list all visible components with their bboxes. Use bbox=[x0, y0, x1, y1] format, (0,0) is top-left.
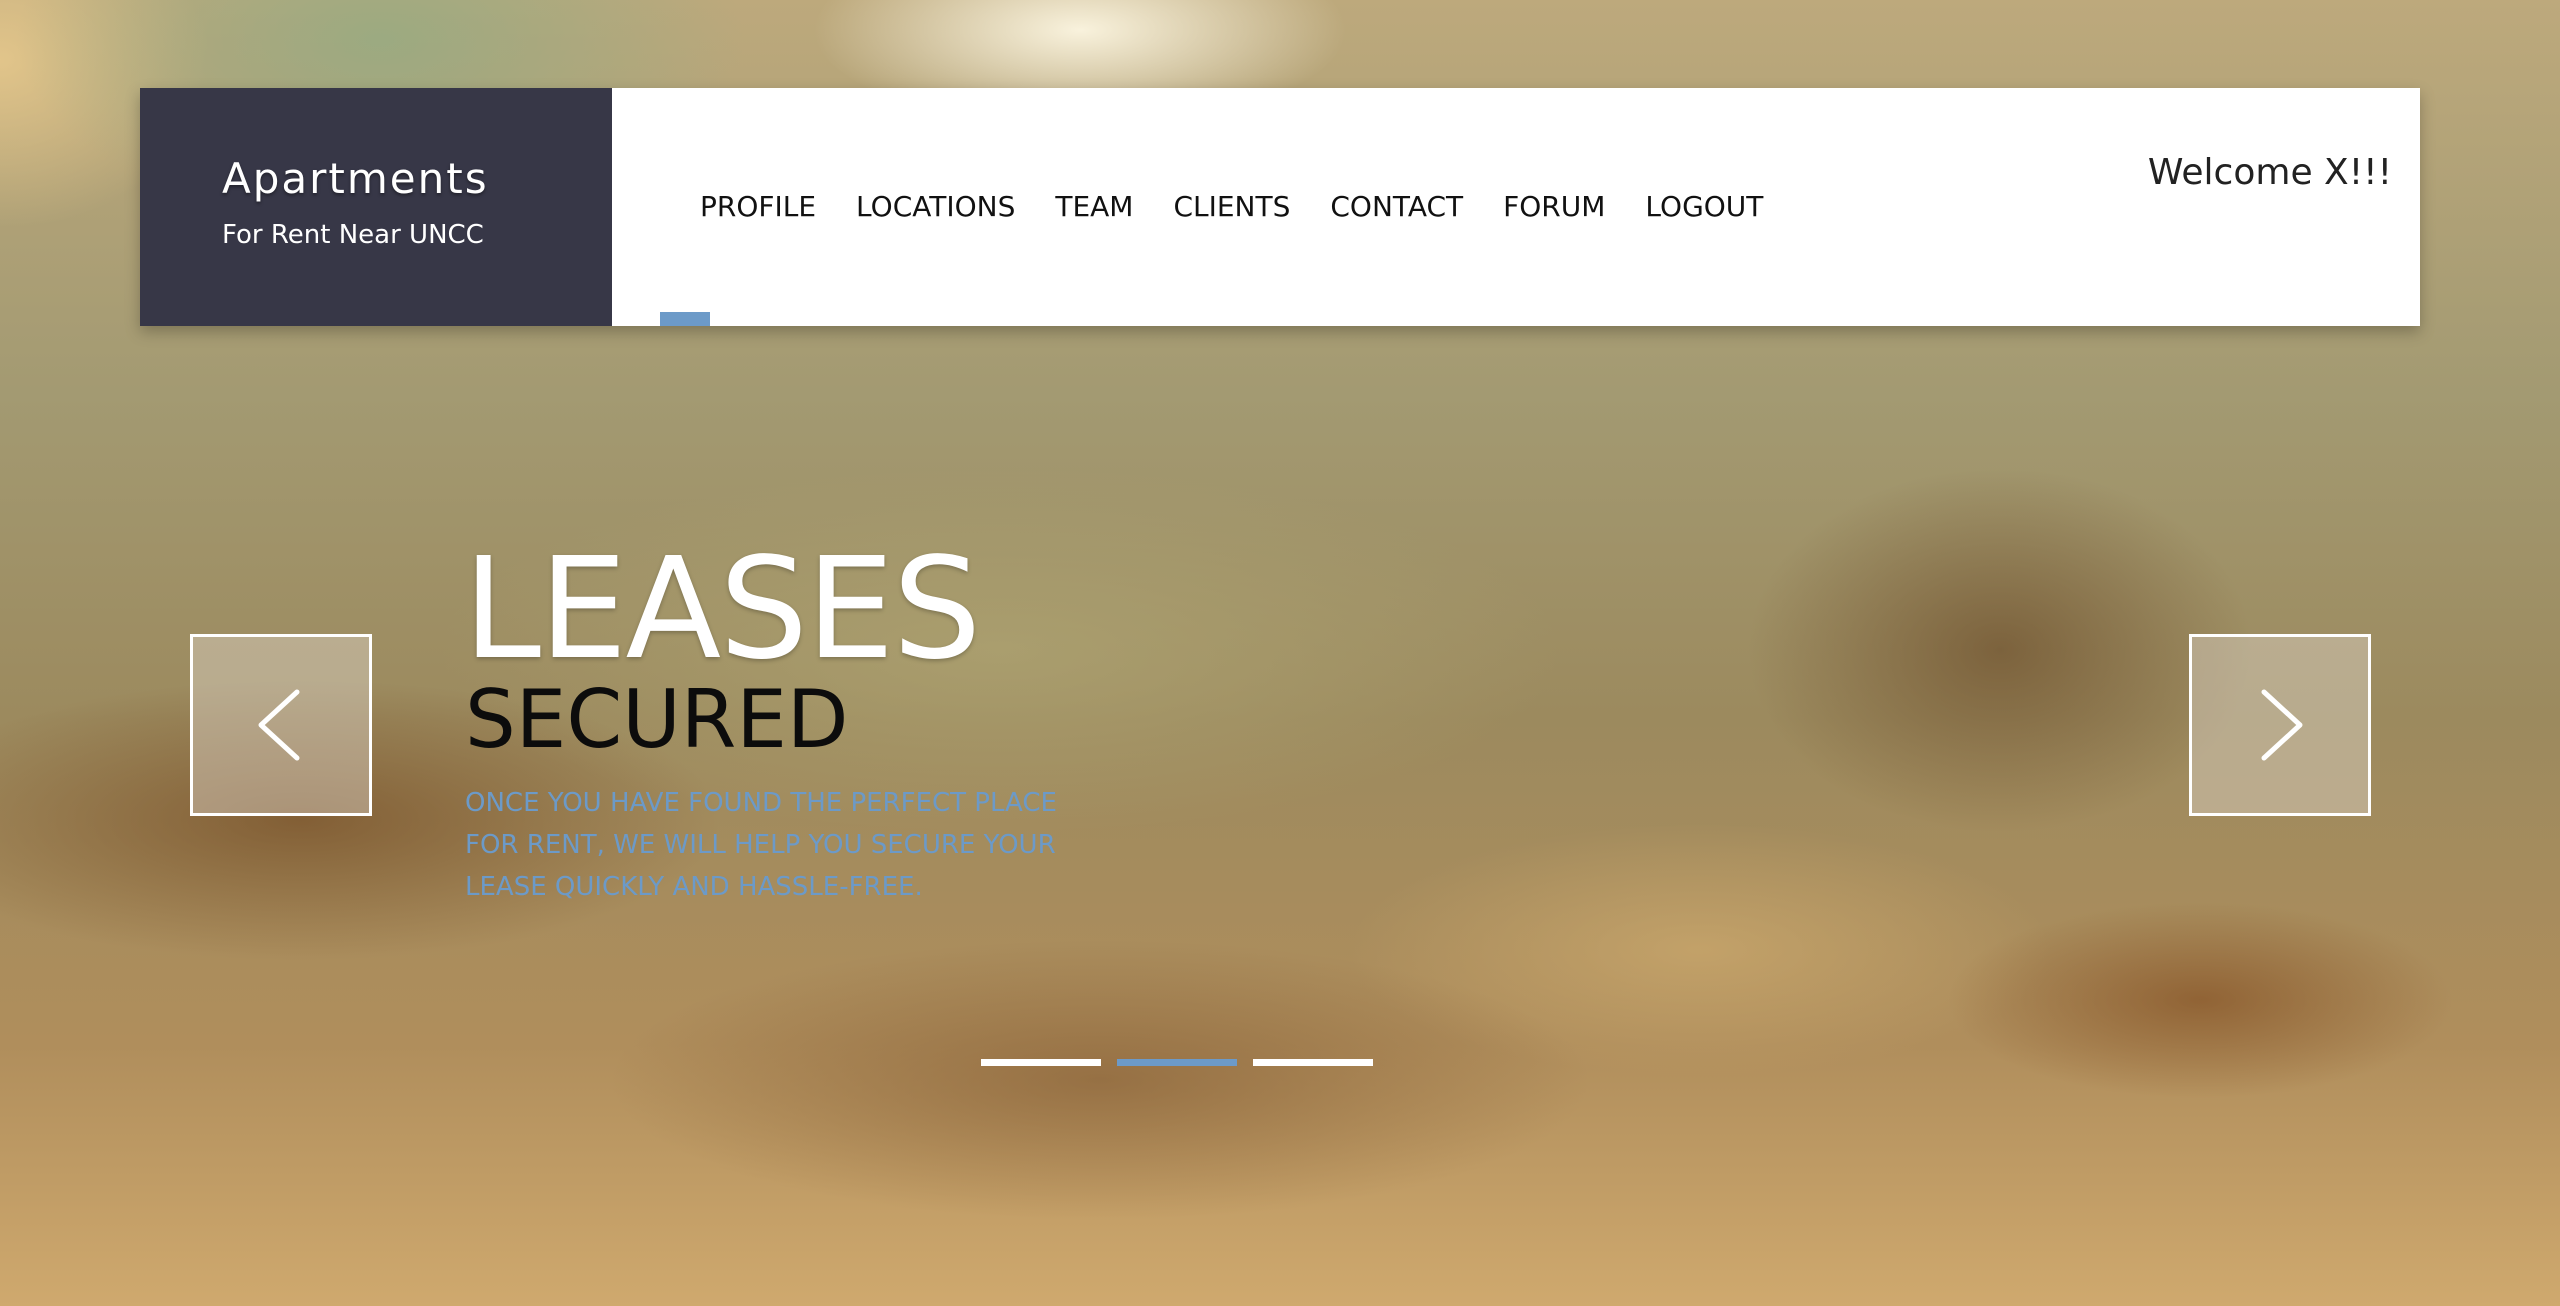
slider-dot-1[interactable] bbox=[981, 1059, 1101, 1066]
main-nav: PROFILE LOCATIONS TEAM CLIENTS CONTACT F… bbox=[700, 190, 1763, 223]
slide-description-line: LEASE QUICKLY AND HASSLE-FREE. bbox=[465, 872, 923, 902]
nav-item-contact[interactable]: CONTACT bbox=[1330, 190, 1463, 223]
nav-item-forum[interactable]: FORUM bbox=[1503, 190, 1605, 223]
welcome-message: Welcome X!!! bbox=[2147, 152, 2392, 193]
nav-item-locations[interactable]: LOCATIONS bbox=[856, 190, 1015, 223]
hero-background: Apartments For Rent Near UNCC PROFILE LO… bbox=[0, 0, 2560, 1306]
slider-pagination bbox=[981, 1059, 1373, 1066]
brand-title: Apartments bbox=[222, 154, 489, 203]
nav-item-clients[interactable]: CLIENTS bbox=[1173, 190, 1290, 223]
brand-logo[interactable]: Apartments For Rent Near UNCC bbox=[140, 88, 612, 326]
nav-item-team[interactable]: TEAM bbox=[1055, 190, 1133, 223]
nav-item-logout[interactable]: LOGOUT bbox=[1645, 190, 1763, 223]
brand-subtitle: For Rent Near UNCC bbox=[222, 220, 484, 250]
slide-description-line: ONCE YOU HAVE FOUND THE PERFECT PLACE bbox=[465, 788, 1057, 818]
slider-dot-2[interactable] bbox=[1117, 1059, 1237, 1066]
slider-prev-button[interactable] bbox=[190, 634, 372, 816]
slider-dot-3[interactable] bbox=[1253, 1059, 1373, 1066]
slider-next-button[interactable] bbox=[2189, 634, 2371, 816]
nav-item-profile[interactable]: PROFILE bbox=[700, 190, 816, 223]
slide-description-line: FOR RENT, WE WILL HELP YOU SECURE YOUR bbox=[465, 830, 1056, 860]
nav-active-indicator bbox=[660, 312, 710, 326]
chevron-right-icon bbox=[2261, 689, 2303, 761]
slide-subtitle: SECURED bbox=[465, 673, 849, 766]
site-header: Apartments For Rent Near UNCC PROFILE LO… bbox=[140, 88, 2420, 326]
slide-title: LEASES bbox=[463, 528, 981, 691]
chevron-left-icon bbox=[258, 689, 300, 761]
slide-description: ONCE YOU HAVE FOUND THE PERFECT PLACE FO… bbox=[465, 782, 1105, 908]
